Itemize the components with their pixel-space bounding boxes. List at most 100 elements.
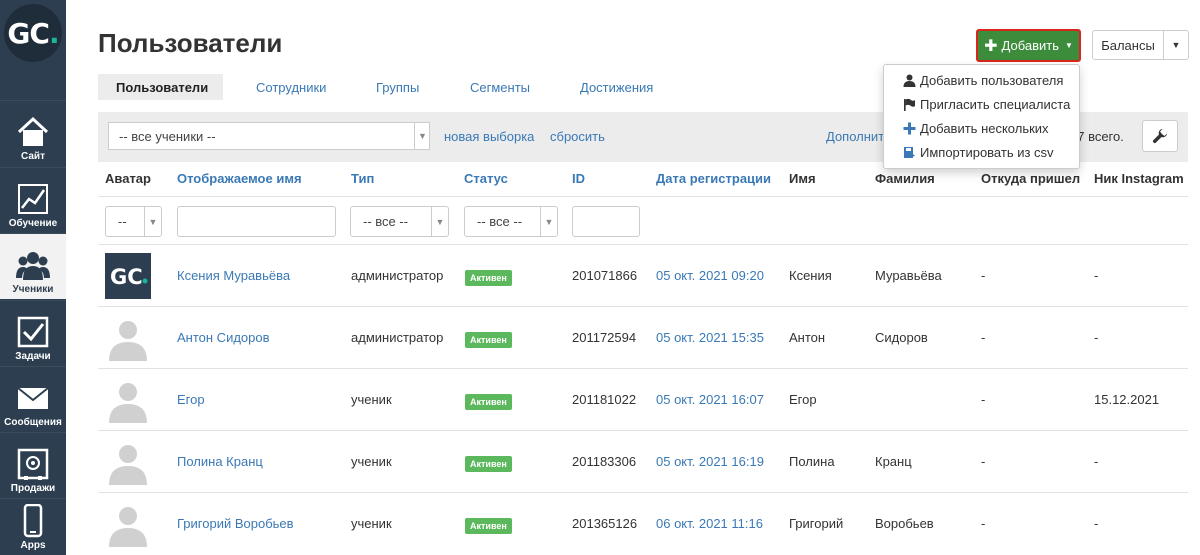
type-filter-value: -- все -- (363, 214, 409, 229)
sidebar-item-sales[interactable]: Продажи (0, 432, 66, 498)
user-source: - (981, 516, 986, 531)
user-display-name[interactable]: Ксения Муравьёва (177, 268, 290, 283)
user-reg-date[interactable]: 05 окт. 2021 15:35 (656, 330, 764, 345)
student-filter-select[interactable]: -- все ученики -- (108, 122, 430, 150)
status-badge: Активен (465, 332, 512, 348)
user-reg-date[interactable]: 05 окт. 2021 16:19 (656, 454, 764, 469)
avatar-logo[interactable]: GC (105, 253, 151, 299)
user-type: администратор (351, 268, 444, 283)
user-last-name: Воробьев (875, 516, 934, 531)
phone-icon (23, 504, 43, 538)
col-instagram: Ник Instagram (1094, 171, 1184, 186)
status-filter-select[interactable]: -- все -- ▼ (464, 206, 558, 237)
avatar-placeholder[interactable] (105, 315, 151, 361)
user-display-name[interactable]: Егор (177, 392, 205, 407)
balance-dropdown-toggle[interactable]: ▼ (1163, 30, 1189, 60)
sidebar-item-learning[interactable]: Обучение (0, 167, 66, 233)
avatar-placeholder[interactable] (105, 439, 151, 485)
col-status[interactable]: Статус (464, 171, 508, 186)
sidebar-item-apps[interactable]: Apps (0, 498, 66, 555)
menu-item-add-multiple[interactable]: Добавить нескольких (902, 118, 1049, 138)
divider (98, 196, 1188, 197)
user-id: 201181022 (572, 392, 637, 407)
col-type[interactable]: Тип (351, 171, 374, 186)
col-reg-date[interactable]: Дата регистрации (656, 171, 771, 186)
user-reg-date[interactable]: 05 окт. 2021 16:07 (656, 392, 764, 407)
table-row[interactable]: Полина Кранц ученик 201183306 05 окт. 2021 … (98, 431, 1188, 493)
avatar-placeholder[interactable] (105, 501, 151, 547)
table-row[interactable]: Егор ученик 201181022 05 окт. 2021 16:07 Его… (98, 369, 1188, 431)
avatar-placeholder[interactable] (105, 377, 151, 423)
tab-employees[interactable]: Сотрудники (256, 80, 326, 95)
avatar-filter-select[interactable]: -- ▼ (105, 206, 162, 237)
add-dropdown-menu: Добавить пользователя Пригласить специал… (883, 64, 1080, 169)
table-row[interactable]: GC Ксения Муравьёва администратор 201071866… (98, 245, 1188, 307)
logo[interactable]: GC. (0, 0, 66, 66)
tab-groups[interactable]: Группы (376, 80, 419, 95)
display-name-filter-input[interactable] (177, 206, 336, 237)
reset-link[interactable]: сбросить (550, 129, 605, 144)
user-reg-date[interactable]: 06 окт. 2021 11:16 (656, 516, 763, 531)
tab-users-label: Пользователи (116, 80, 209, 95)
id-filter-input[interactable] (572, 206, 640, 237)
user-source: - (981, 330, 986, 345)
balance-button[interactable]: Балансы (1092, 30, 1164, 60)
user-last-name: Кранц (875, 454, 912, 469)
status-badge: Активен (465, 394, 512, 410)
flag-icon (902, 97, 916, 111)
tab-users[interactable]: Пользователи (98, 74, 223, 100)
user-type: ученик (351, 454, 392, 469)
sidebar-item-site[interactable]: Сайт (0, 100, 66, 166)
tab-segments[interactable]: Сегменты (470, 80, 530, 95)
settings-button[interactable] (1142, 120, 1178, 152)
user-last-name: Сидоров (875, 330, 928, 345)
menu-item-invite-specialist[interactable]: Пригласить специалиста (902, 94, 1070, 114)
user-source: - (981, 454, 986, 469)
page-title: Пользователи (98, 28, 283, 58)
type-filter-select[interactable]: -- все -- ▼ (350, 206, 449, 237)
sidebar-item-students[interactable]: Ученики (0, 233, 66, 299)
caret-down-icon[interactable]: ▼ (414, 122, 430, 150)
user-source: - (981, 392, 986, 407)
logo-text: GC. (7, 16, 59, 50)
col-first-name: Имя (789, 171, 816, 186)
user-reg-date[interactable]: 05 окт. 2021 09:20 (656, 268, 764, 283)
add-button-label: Добавить (1001, 38, 1059, 53)
home-icon (17, 116, 49, 146)
sidebar-item-label: Сайт (21, 151, 45, 162)
users-icon (16, 252, 50, 280)
wrench-icon (1152, 129, 1167, 144)
user-id: 201172594 (572, 330, 637, 345)
additional-link[interactable]: Дополнит (826, 129, 884, 144)
user-display-name[interactable]: Антон Сидоров (177, 330, 270, 345)
plus-icon (902, 121, 916, 135)
sidebar-item-label: Сообщения (4, 417, 62, 428)
sidebar-item-messages[interactable]: Сообщения (0, 366, 66, 432)
status-badge: Активен (465, 270, 512, 286)
user-id: 201071866 (572, 268, 638, 283)
user-display-name[interactable]: Григорий Воробьев (177, 516, 294, 531)
new-selection-link[interactable]: новая выборка (444, 129, 534, 144)
col-display-name[interactable]: Отображаемое имя (177, 171, 302, 186)
user-id: 201365126 (572, 516, 638, 531)
menu-item-import-csv[interactable]: Импортировать из csv (902, 142, 1054, 162)
caret-down-icon: ▼ (1171, 40, 1181, 50)
menu-item-add-user[interactable]: Добавить пользователя (902, 70, 1063, 90)
table-row[interactable]: Григорий Воробьев ученик 201365126 06 окт. … (98, 493, 1188, 555)
col-id[interactable]: ID (572, 171, 585, 186)
sidebar-item-tasks[interactable]: Задачи (0, 300, 66, 366)
user-instagram: - (1094, 330, 1099, 345)
table-row[interactable]: Антон Сидоров администратор 201172594 05 ок… (98, 307, 1188, 369)
menu-item-label: Добавить пользователя (920, 72, 1064, 88)
tab-achievements[interactable]: Достижения (580, 80, 653, 95)
avatar-logo-text: GC (110, 265, 143, 289)
status-filter-value: -- все -- (477, 214, 523, 229)
caret-down-icon: ▼ (144, 207, 161, 236)
checkbox-icon (17, 316, 49, 348)
add-button[interactable]: ✚ Добавить ▼ (976, 29, 1081, 62)
user-display-name[interactable]: Полина Кранц (177, 454, 263, 469)
col-last-name: Фамилия (875, 171, 935, 186)
user-type: ученик (351, 392, 392, 407)
caret-down-icon: ▼ (431, 207, 448, 236)
user-id: 201183306 (572, 454, 637, 469)
